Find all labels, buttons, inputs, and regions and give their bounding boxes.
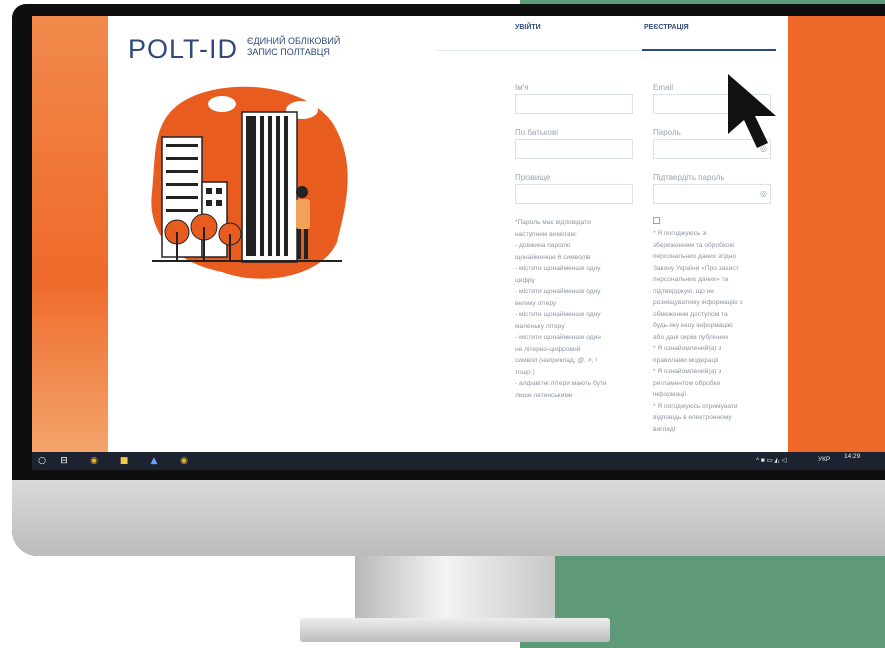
active-tab-indicator	[642, 49, 776, 51]
tab-register[interactable]: РЕЄСТРАЦІЯ	[644, 24, 689, 31]
confirm-password-input[interactable]: ◎	[653, 184, 771, 204]
patronymic-input[interactable]	[515, 139, 633, 159]
password-rules: *Пароль має відповідати наступним вимога…	[515, 219, 607, 399]
task-view-icon[interactable]: ⊟	[58, 455, 70, 467]
orange-side-panel	[32, 16, 108, 452]
mouse-cursor-icon	[728, 74, 776, 148]
auth-tabs: УВІЙТИ РЕЄСТРАЦІЯ	[437, 22, 776, 51]
first-name-input[interactable]	[515, 94, 633, 114]
password-label: Пароль	[653, 128, 681, 137]
search-icon[interactable]: ○	[36, 455, 48, 467]
last-name-input[interactable]	[515, 184, 633, 204]
monitor-stand-base	[300, 618, 610, 642]
logo-subtitle: ЄДИНИЙ ОБЛІКОВИЙ ЗАПИС ПОЛТАВЦЯ	[247, 36, 340, 58]
folder-icon[interactable]: ■	[118, 455, 130, 467]
eye-icon[interactable]: ◎	[760, 189, 767, 198]
last-name-label: Прізвище	[515, 173, 551, 182]
app-icon[interactable]: ▲	[148, 455, 160, 467]
tray-icons: ^ ■ ▭ ◭ ◁	[756, 457, 787, 464]
confirm-password-label: Підтвердіть пароль	[653, 173, 725, 182]
monitor-stand-neck	[355, 556, 555, 620]
language-indicator[interactable]: УКР	[818, 456, 830, 463]
chrome-icon[interactable]: ◉	[88, 455, 100, 467]
patronymic-label: По батькові	[515, 128, 558, 137]
tab-login[interactable]: УВІЙТИ	[515, 24, 541, 31]
logo-subtitle-line2: ЗАПИС ПОЛТАВЦЯ	[247, 47, 330, 57]
clock[interactable]: 14:29	[844, 453, 860, 460]
email-label: Email	[653, 83, 674, 92]
first-name-label: Ім'я	[515, 83, 529, 92]
monitor-chin	[12, 480, 885, 556]
consent-text: * Я погоджуюсь зі збереженням та обробко…	[653, 230, 743, 433]
logo: POLT-ID	[128, 34, 239, 64]
logo-subtitle-line1: ЄДИНИЙ ОБЛІКОВИЙ	[247, 36, 341, 46]
taskbar: ○ ⊟ ◉ ■ ▲ ◉ ^ ■ ▭ ◭ ◁ УКР 14:29	[32, 452, 885, 470]
city-illustration	[151, 86, 348, 279]
chrome-active-icon[interactable]: ◉	[178, 455, 190, 467]
consent-checkbox[interactable]	[653, 217, 660, 224]
